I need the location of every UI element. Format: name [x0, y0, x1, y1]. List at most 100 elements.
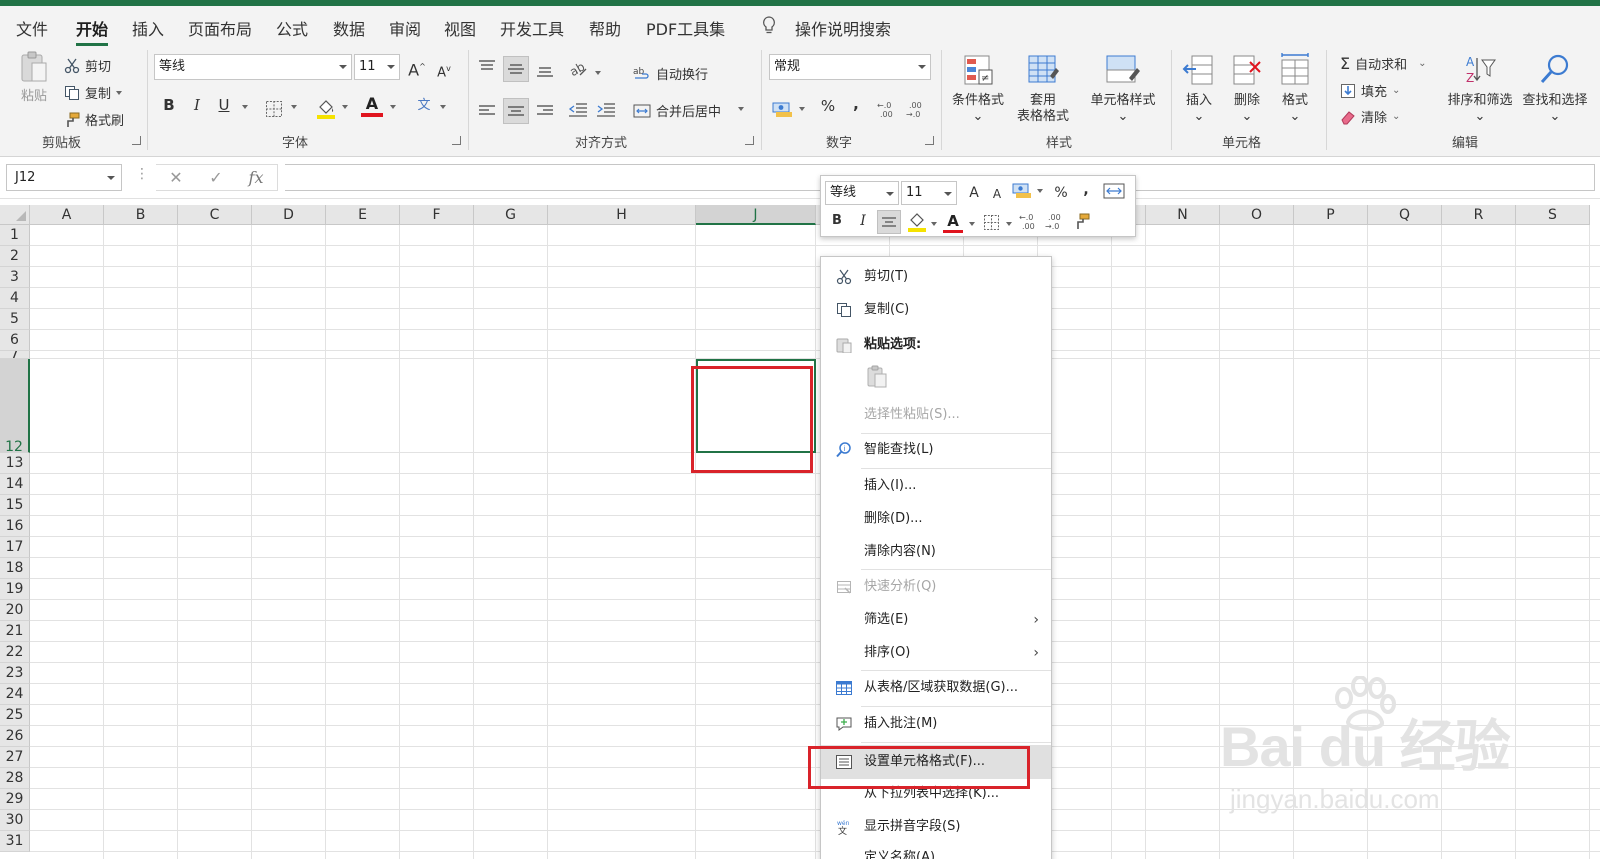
- column-header[interactable]: N: [1146, 205, 1220, 225]
- percent-button[interactable]: %: [816, 94, 840, 118]
- phonetic-guide-button[interactable]: 文: [412, 94, 436, 118]
- insert-function-icon[interactable]: fx: [236, 168, 276, 187]
- conditional-formatting-button[interactable]: ≠ 条件格式 ⌄: [948, 52, 1008, 125]
- row-header[interactable]: 17: [0, 537, 30, 558]
- align-left-icon[interactable]: [478, 104, 496, 118]
- shrink-font-button[interactable]: Av: [432, 57, 456, 85]
- row-header[interactable]: 18: [0, 558, 30, 579]
- number-launcher[interactable]: [925, 136, 934, 145]
- row-header[interactable]: 24: [0, 684, 30, 705]
- clear-button[interactable]: 清除 ⌄: [1340, 107, 1400, 126]
- orientation-icon[interactable]: ab: [568, 60, 588, 78]
- mini-italic[interactable]: I: [851, 209, 875, 233]
- row-header[interactable]: 29: [0, 789, 30, 810]
- row-header[interactable]: 15: [0, 495, 30, 516]
- mini-font-size[interactable]: 11: [901, 181, 957, 205]
- row-header[interactable]: 2: [0, 246, 30, 267]
- menu-item-sort[interactable]: 排序(O) ›: [821, 638, 1051, 668]
- menu-item-define-name[interactable]: 定义名称(A)...: [821, 843, 1051, 859]
- menu-item-get-data-from-table[interactable]: 从表格/区域获取数据(G)...: [821, 673, 1051, 703]
- column-header[interactable]: A: [30, 205, 104, 225]
- comma-style-button[interactable]: ,: [844, 92, 868, 116]
- row-header[interactable]: 5: [0, 309, 30, 330]
- column-header[interactable]: Q: [1368, 205, 1442, 225]
- borders-icon[interactable]: [265, 100, 283, 118]
- mini-font-color[interactable]: A: [943, 211, 963, 233]
- clipboard-launcher[interactable]: [132, 136, 141, 145]
- row-header[interactable]: 28: [0, 768, 30, 789]
- row-header[interactable]: 14: [0, 474, 30, 495]
- decrease-indent-icon[interactable]: [568, 102, 588, 118]
- mini-comma[interactable]: ,: [1074, 178, 1098, 202]
- name-box[interactable]: J12: [6, 164, 122, 191]
- tab-help[interactable]: 帮助: [589, 16, 621, 40]
- chevron-down-icon[interactable]: [342, 105, 348, 109]
- tab-view[interactable]: 视图: [444, 16, 476, 40]
- tab-file[interactable]: 文件: [16, 16, 48, 40]
- row-header[interactable]: 19: [0, 579, 30, 600]
- chevron-down-icon[interactable]: [1037, 189, 1043, 193]
- column-header[interactable]: P: [1294, 205, 1368, 225]
- find-select-button[interactable]: 查找和选择 ⌄: [1518, 52, 1592, 125]
- row-header[interactable]: 20: [0, 600, 30, 621]
- chevron-down-icon[interactable]: [969, 222, 975, 226]
- tab-formulas[interactable]: 公式: [276, 16, 308, 40]
- tab-review[interactable]: 审阅: [389, 16, 421, 40]
- chevron-down-icon[interactable]: [1006, 222, 1012, 226]
- align-middle-button[interactable]: [503, 56, 529, 82]
- sort-filter-button[interactable]: AZ 排序和筛选 ⌄: [1443, 52, 1517, 125]
- menu-item-filter[interactable]: 筛选(E) ›: [821, 605, 1051, 635]
- more-options-icon[interactable]: ⋮: [135, 166, 149, 182]
- tab-page-layout[interactable]: 页面布局: [188, 16, 252, 40]
- copy-button[interactable]: 复制: [64, 83, 123, 102]
- fill-color-icon[interactable]: [316, 98, 336, 120]
- font-color-button[interactable]: A: [361, 94, 383, 117]
- align-center-button[interactable]: [503, 98, 529, 124]
- mini-percent[interactable]: %: [1049, 181, 1073, 205]
- mini-bold[interactable]: B: [825, 209, 849, 233]
- column-header[interactable]: H: [548, 205, 696, 225]
- row-header[interactable]: 6: [0, 330, 30, 351]
- column-header[interactable]: F: [400, 205, 474, 225]
- row-header[interactable]: 30: [0, 810, 30, 831]
- column-header[interactable]: O: [1220, 205, 1294, 225]
- column-header[interactable]: D: [252, 205, 326, 225]
- column-header[interactable]: R: [1442, 205, 1516, 225]
- merge-center-button[interactable]: 合并后居中: [633, 101, 721, 120]
- tab-pdf-tools[interactable]: PDF工具集: [646, 16, 725, 40]
- menu-item-clear-contents[interactable]: 清除内容(N): [821, 537, 1051, 567]
- tab-data[interactable]: 数据: [333, 16, 365, 40]
- tab-insert[interactable]: 插入: [132, 16, 164, 40]
- row-header[interactable]: 13: [0, 453, 30, 474]
- format-painter-button[interactable]: 格式刷: [64, 110, 124, 129]
- column-header[interactable]: J: [696, 205, 816, 225]
- menu-item-delete[interactable]: 删除(D)...: [821, 504, 1051, 534]
- format-cells-button[interactable]: 格式 ⌄: [1274, 52, 1316, 125]
- align-right-icon[interactable]: [536, 104, 554, 118]
- currency-icon[interactable]: [772, 100, 792, 118]
- row-header[interactable]: 12: [0, 359, 30, 453]
- fill-button[interactable]: 填充 ⌄: [1340, 81, 1400, 100]
- row-header[interactable]: 21: [0, 621, 30, 642]
- chevron-down-icon[interactable]: [242, 105, 248, 109]
- mini-format-painter-icon[interactable]: [1073, 213, 1091, 231]
- menu-item-copy[interactable]: 复制(C): [821, 295, 1051, 325]
- menu-item-smart-lookup[interactable]: i 智能查找(L): [821, 435, 1051, 465]
- chevron-down-icon[interactable]: [931, 222, 937, 226]
- row-header[interactable]: 27: [0, 747, 30, 768]
- font-size-combo[interactable]: 11: [354, 54, 400, 80]
- row-header[interactable]: 4: [0, 288, 30, 309]
- mini-center-button[interactable]: [877, 210, 901, 234]
- mini-currency-icon[interactable]: [1012, 182, 1032, 200]
- row-header[interactable]: 25: [0, 705, 30, 726]
- mini-borders-icon[interactable]: [983, 214, 1000, 231]
- row-header[interactable]: 23: [0, 663, 30, 684]
- chevron-down-icon[interactable]: [799, 107, 805, 111]
- column-header[interactable]: B: [104, 205, 178, 225]
- delete-cells-button[interactable]: 删除 ⌄: [1226, 52, 1268, 125]
- chevron-down-icon[interactable]: [738, 107, 744, 111]
- wrap-text-button[interactable]: ab 自动换行: [633, 64, 708, 84]
- mini-fill-color-icon[interactable]: [907, 212, 927, 234]
- font-name-combo[interactable]: 等线: [154, 54, 352, 80]
- format-as-table-button[interactable]: 套用 表格格式: [1010, 52, 1076, 125]
